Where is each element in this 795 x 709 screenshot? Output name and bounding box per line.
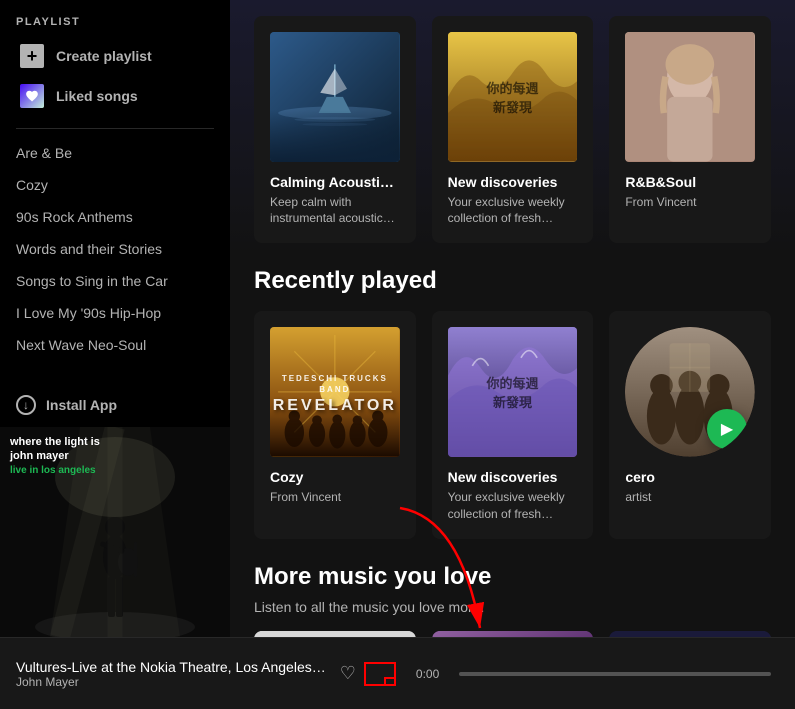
new-discoveries-recent-card[interactable]: 你的每週新發現 ▶ New discoveries Your exclusive… bbox=[432, 311, 594, 538]
liked-songs-label: Liked songs bbox=[56, 88, 138, 104]
calming-acoustic-image: ▶ bbox=[270, 32, 400, 162]
new-discoveries-recent-subtitle: Your exclusive weekly collection of fres… bbox=[448, 489, 578, 523]
cozy-card[interactable]: TEDESCHI TRUCKS BAND REVELATOR ▶ Cozy Fr… bbox=[254, 311, 416, 538]
track-context-label: where the light is bbox=[10, 435, 100, 449]
playlist-section-label: PLAYLIST bbox=[0, 0, 230, 36]
pip-button[interactable] bbox=[364, 662, 396, 686]
sidebar-divider bbox=[16, 128, 214, 129]
recently-played-cards: TEDESCHI TRUCKS BAND REVELATOR ▶ Cozy Fr… bbox=[254, 311, 771, 538]
rnb-soul-title: R&B&Soul bbox=[625, 174, 755, 190]
sidebar: PLAYLIST + Create playlist Liked songs A… bbox=[0, 0, 230, 637]
create-playlist-icon: + bbox=[20, 44, 44, 68]
playlist-item-hip-hop[interactable]: I Love My '90s Hip-Hop bbox=[0, 297, 230, 329]
tedeschi-trucks-text: TEDESCHI TRUCKS BAND bbox=[273, 373, 397, 395]
now-playing-sidebar-image: where the light is john mayer live in lo… bbox=[0, 427, 230, 637]
more-music-subtitle: Listen to all the music you love more! bbox=[254, 599, 771, 615]
more-music-title: More music you love bbox=[254, 563, 771, 591]
cero-play-button[interactable]: ▶ bbox=[707, 409, 747, 449]
player-bar: Vultures-Live at the Nokia Theatre, Los … bbox=[0, 637, 795, 709]
new-discoveries-recent-image: 你的每週新發現 ▶ bbox=[448, 327, 578, 457]
player-track-info: Vultures-Live at the Nokia Theatre, Los … bbox=[16, 659, 328, 689]
more-music-section: More music you love Listen to all the mu… bbox=[230, 539, 795, 637]
new-discoveries-chinese-top: 你的每週新發現 bbox=[480, 78, 545, 116]
cero-card-image: ▶ bbox=[625, 327, 755, 457]
playlist-item-words-stories[interactable]: Words and their Stories bbox=[0, 233, 230, 265]
create-playlist-label: Create playlist bbox=[56, 48, 152, 64]
new-discoveries-top-image: 你的每週新發現 ▶ bbox=[448, 32, 578, 162]
rnb-soul-card[interactable]: ▶ R&B&Soul From Vincent bbox=[609, 16, 771, 243]
cero-title: cero bbox=[625, 469, 755, 485]
cozy-card-image: TEDESCHI TRUCKS BAND REVELATOR ▶ bbox=[270, 327, 400, 457]
top-cards-section: ▶ Calming Acousti… Keep calm with instru… bbox=[230, 0, 795, 243]
heart-button[interactable]: ♡ bbox=[340, 663, 356, 684]
recently-played-section: Recently played bbox=[230, 243, 795, 538]
player-controls: ♡ bbox=[340, 662, 396, 686]
new-discoveries-recent-title: New discoveries bbox=[448, 469, 578, 485]
playlist-item-90s-rock[interactable]: 90s Rock Anthems bbox=[0, 201, 230, 233]
player-track-artist: John Mayer bbox=[16, 675, 328, 689]
cozy-card-title: Cozy bbox=[270, 469, 400, 485]
new-discoveries-chinese-recent: 你的每週新發現 bbox=[480, 373, 545, 411]
playlist-item-songs-car[interactable]: Songs to Sing in the Car bbox=[0, 265, 230, 297]
install-app-button[interactable]: ↓ Install App bbox=[0, 383, 230, 427]
new-discoveries-top-title: New discoveries bbox=[448, 174, 578, 190]
cero-card[interactable]: ▶ cero artist bbox=[609, 311, 771, 538]
sidebar-actions: + Create playlist Liked songs bbox=[0, 36, 230, 124]
cero-subtitle: artist bbox=[625, 489, 755, 506]
album-art-sidebar: where the light is john mayer live in lo… bbox=[0, 427, 230, 637]
new-discoveries-top-subtitle: Your exclusive weekly collection of fres… bbox=[448, 194, 578, 228]
playlist-item-cozy[interactable]: Cozy bbox=[0, 169, 230, 201]
rnb-soul-subtitle: From Vincent bbox=[625, 194, 755, 211]
rnb-soul-image: ▶ bbox=[625, 32, 755, 162]
download-icon: ↓ bbox=[16, 395, 36, 415]
calming-acoustic-card[interactable]: ▶ Calming Acousti… Keep calm with instru… bbox=[254, 16, 416, 243]
cozy-card-subtitle: From Vincent bbox=[270, 489, 400, 506]
artist-name-sidebar: john mayer bbox=[10, 449, 100, 463]
liked-songs-button[interactable]: Liked songs bbox=[8, 76, 222, 116]
progress-bar[interactable] bbox=[459, 672, 771, 676]
main-content: ▶ Calming Acousti… Keep calm with instru… bbox=[230, 0, 795, 637]
now-playing-sidebar-text: where the light is john mayer live in lo… bbox=[10, 435, 100, 477]
install-app-label: Install App bbox=[46, 397, 117, 413]
new-discoveries-top-card[interactable]: 你的每週新發現 ▶ New discoveries Your exclusive… bbox=[432, 16, 594, 243]
live-label: live in los angeles bbox=[10, 464, 100, 477]
pip-inner-box bbox=[384, 677, 396, 686]
top-cards-row: ▶ Calming Acousti… Keep calm with instru… bbox=[254, 16, 771, 243]
create-playlist-button[interactable]: + Create playlist bbox=[8, 36, 222, 76]
recently-played-title: Recently played bbox=[254, 267, 771, 295]
calming-acoustic-subtitle: Keep calm with instrumental acoustic… bbox=[270, 194, 400, 228]
time-display: 0:00 bbox=[416, 667, 439, 681]
liked-songs-icon bbox=[20, 84, 44, 108]
calming-acoustic-title: Calming Acousti… bbox=[270, 174, 400, 190]
playlist-list: Are & Be Cozy 90s Rock Anthems Words and… bbox=[0, 133, 230, 383]
player-track-title: Vultures-Live at the Nokia Theatre, Los … bbox=[16, 659, 328, 675]
playlist-item-are-and-be[interactable]: Are & Be bbox=[0, 137, 230, 169]
playlist-item-neo-soul[interactable]: Next Wave Neo-Soul bbox=[0, 329, 230, 361]
